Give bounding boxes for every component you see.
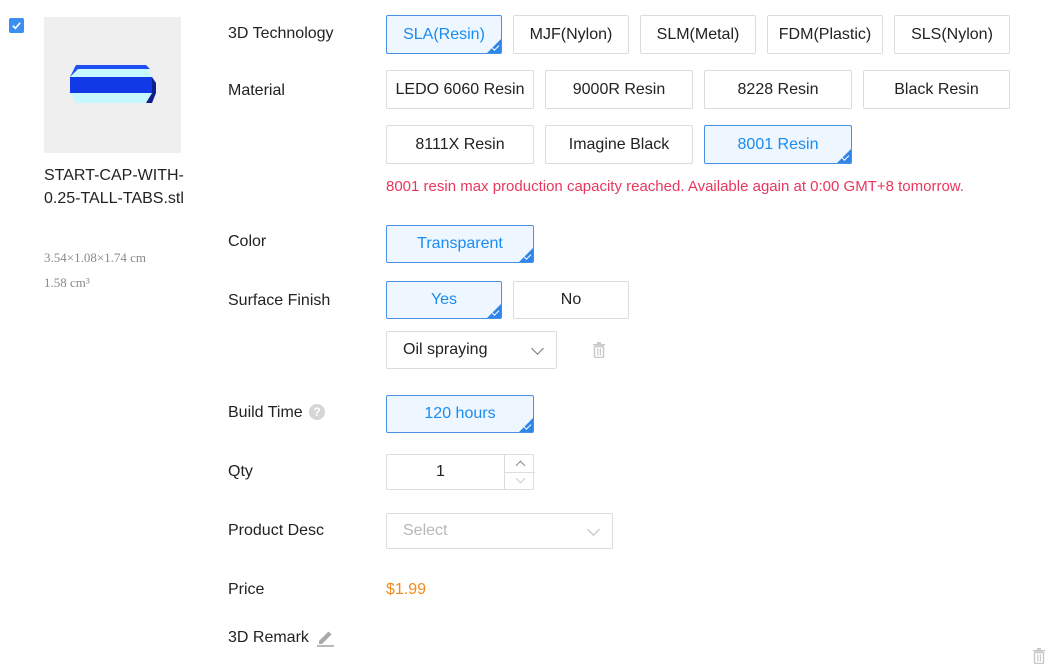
material-option-8111x[interactable]: 8111X Resin	[386, 125, 534, 164]
product-desc-select[interactable]: Select	[386, 513, 613, 549]
quantity-increment-button[interactable]	[504, 455, 535, 473]
price-value: $1.99	[386, 581, 427, 598]
capacity-warning: 8001 resin max production capacity reach…	[386, 178, 964, 195]
color-option-transparent[interactable]: Transparent	[386, 225, 534, 263]
finish-option-yes[interactable]: Yes	[386, 281, 502, 319]
check-icon	[12, 22, 21, 30]
file-dimensions: 3.54×1.08×1.74 cm	[44, 250, 147, 265]
edit-remark-icon[interactable]	[316, 628, 335, 652]
build-time-label: Build Time	[228, 404, 303, 421]
chevron-down-icon	[531, 342, 544, 355]
material-option-imagine-black[interactable]: Imagine Black	[545, 125, 693, 164]
color-label: Color	[228, 233, 267, 250]
tech-option-sls[interactable]: SLS(Nylon)	[894, 15, 1010, 54]
chevron-up-icon	[515, 460, 525, 471]
technology-label: 3D Technology	[228, 25, 334, 42]
product-desc-label: Product Desc	[228, 522, 325, 539]
file-name: START-CAP-WITH-0.25-TALL-TABS.stl	[44, 167, 184, 207]
quantity-stepper: 1	[386, 454, 535, 490]
material-option-9000r[interactable]: 9000R Resin	[545, 70, 693, 109]
delete-finish-icon[interactable]	[592, 342, 606, 363]
material-option-black[interactable]: Black Resin	[863, 70, 1010, 109]
item-checkbox[interactable]	[9, 18, 24, 33]
chevron-down-icon	[587, 523, 600, 536]
finish-method-value: Oil spraying	[403, 341, 488, 358]
material-option-8228[interactable]: 8228 Resin	[704, 70, 852, 109]
chevron-down-icon	[515, 473, 525, 484]
material-label: Material	[228, 82, 285, 99]
tech-option-mjf[interactable]: MJF(Nylon)	[513, 15, 629, 54]
delete-item-icon[interactable]	[1032, 648, 1046, 669]
finish-method-select[interactable]: Oil spraying	[386, 331, 557, 369]
material-option-ledo-6060[interactable]: LEDO 6060 Resin	[386, 70, 534, 109]
quantity-decrement-button[interactable]	[504, 472, 535, 489]
qty-label: Qty	[228, 463, 253, 480]
tech-option-sla[interactable]: SLA(Resin)	[386, 15, 502, 54]
tech-option-slm[interactable]: SLM(Metal)	[640, 15, 756, 54]
quantity-input[interactable]: 1	[387, 455, 494, 489]
file-volume: 1.58 cm³	[44, 275, 90, 290]
remark-label: 3D Remark	[228, 629, 309, 646]
model-thumbnail	[44, 17, 181, 153]
finish-option-no[interactable]: No	[513, 281, 629, 319]
tech-option-fdm[interactable]: FDM(Plastic)	[767, 15, 883, 54]
help-icon[interactable]: ?	[309, 404, 325, 420]
surface-finish-label: Surface Finish	[228, 292, 331, 309]
product-desc-placeholder: Select	[403, 522, 448, 539]
price-label: Price	[228, 581, 265, 598]
build-time-option-120h[interactable]: 120 hours	[386, 395, 534, 433]
material-option-8001[interactable]: 8001 Resin	[704, 125, 852, 164]
